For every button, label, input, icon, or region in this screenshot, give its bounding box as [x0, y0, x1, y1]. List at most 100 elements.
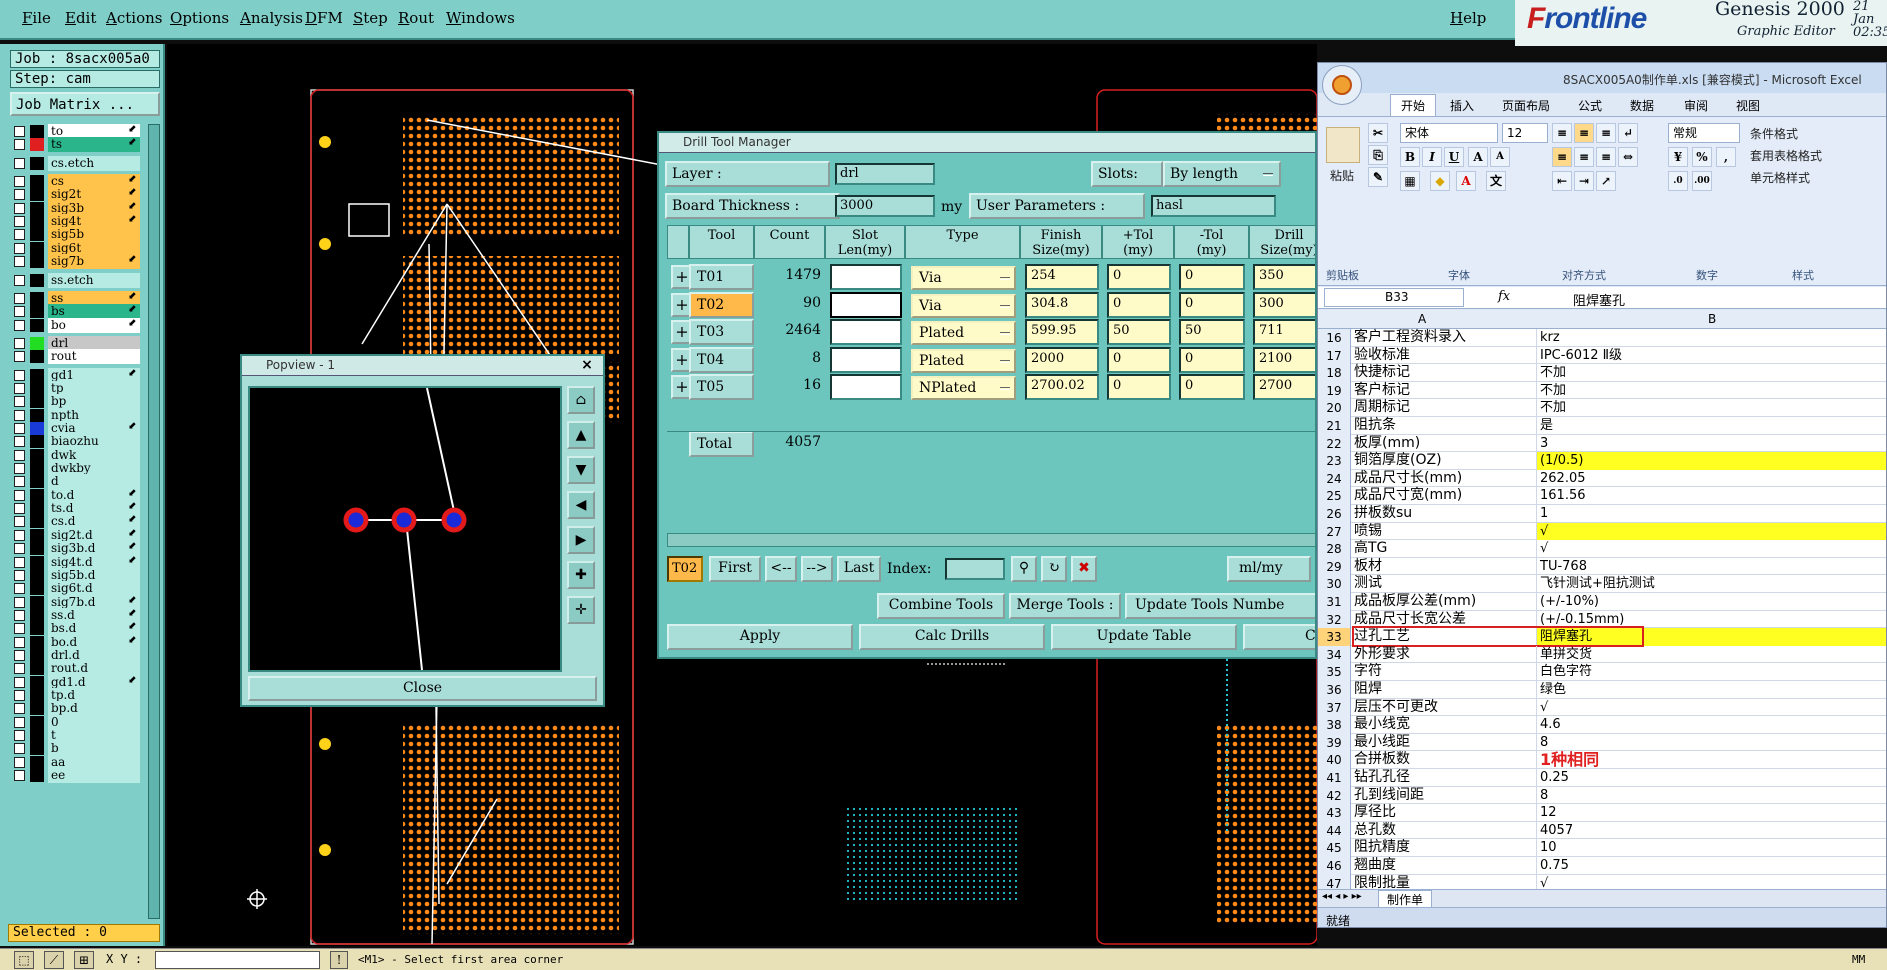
close-icon[interactable]: ×	[574, 356, 600, 374]
increase-indent-icon[interactable]: ⇥	[1574, 171, 1594, 191]
cell-b[interactable]: (1/0.5)	[1536, 452, 1886, 470]
popview-titlebar[interactable]: Popview - 1 ×	[242, 356, 603, 376]
cell-a[interactable]: 字符	[1354, 663, 1535, 681]
tab-view[interactable]: 视图	[1736, 97, 1760, 114]
layer-checkbox[interactable]	[14, 306, 25, 318]
col-header-a[interactable]: A	[1418, 312, 1426, 326]
cell-b[interactable]: 12	[1536, 804, 1886, 822]
italic-button[interactable]: I	[1422, 147, 1442, 167]
layer-name[interactable]: bo	[48, 317, 140, 333]
cell-b[interactable]: 262.05	[1536, 469, 1886, 488]
finish-size-input[interactable]: 599.95	[1025, 319, 1099, 345]
minus-tol-input[interactable]: 0	[1179, 264, 1245, 290]
cell-a[interactable]: 客户工程资料录入	[1354, 329, 1535, 347]
increase-decimal-icon[interactable]: .0	[1668, 171, 1688, 191]
row-number[interactable]: 22	[1318, 434, 1351, 453]
excel-titlebar[interactable]: 8SACX005A0制作单.xls [兼容模式] - Microsoft Exc…	[1318, 63, 1886, 93]
layer-row[interactable]: cs.etch	[10, 155, 150, 171]
layer-checkbox[interactable]	[14, 703, 25, 715]
spreadsheet-grid[interactable]: 16 客户工程资料录入 krz 17 验收标准 IPC-6012 Ⅱ级 18 快捷标记 不加 19…	[1318, 329, 1886, 927]
menu-edit[interactable]: Edit	[65, 9, 96, 27]
type-dropdown[interactable]: Plated	[911, 348, 1016, 373]
underline-button[interactable]: U	[1444, 147, 1464, 167]
cell-a[interactable]: 验收标准	[1354, 347, 1535, 365]
cell-b[interactable]: 白色字符	[1536, 663, 1886, 681]
layer-checkbox[interactable]	[14, 636, 25, 648]
drill-size-input[interactable]: 350	[1253, 264, 1315, 290]
cell-b[interactable]: 3	[1536, 434, 1886, 453]
menu-dfm[interactable]: DFM	[305, 9, 343, 27]
layer-checkbox[interactable]	[14, 596, 25, 608]
format-as-table-button[interactable]: 套用表格格式	[1750, 147, 1822, 164]
layer-checkbox[interactable]	[14, 202, 25, 214]
row-number[interactable]: 41	[1318, 769, 1351, 787]
user-parameters-input[interactable]: hasl	[1151, 195, 1276, 217]
cell-a[interactable]: 周期标记	[1354, 399, 1535, 417]
xy-input[interactable]	[155, 951, 320, 969]
align-bottom-icon[interactable]: ≡	[1596, 123, 1616, 143]
clear-icon[interactable]: ✖	[1071, 556, 1097, 582]
tool-cell[interactable]: T03	[689, 319, 754, 345]
font-color-icon[interactable]: A	[1456, 171, 1476, 191]
layer-name[interactable]: ee	[48, 768, 140, 784]
cell-b[interactable]: 不加	[1536, 364, 1886, 382]
layer-checkbox[interactable]	[14, 396, 25, 408]
layer-checkbox[interactable]	[14, 730, 25, 742]
tab-formulas[interactable]: 公式	[1578, 97, 1602, 114]
popview-close-button[interactable]: Close	[248, 676, 597, 701]
row-number[interactable]: 27	[1318, 522, 1351, 541]
layer-checkbox[interactable]	[14, 351, 25, 363]
layer-row[interactable]: ts ⬋	[10, 137, 150, 153]
row-number[interactable]: 35	[1318, 663, 1351, 681]
cell-b[interactable]: 4.6	[1536, 716, 1886, 734]
minus-tol-input[interactable]: 0	[1179, 346, 1245, 373]
layer-checkbox[interactable]	[14, 609, 25, 621]
layer-checkbox[interactable]	[14, 770, 25, 782]
cell-b[interactable]: 单拼交货	[1536, 645, 1886, 664]
orientation-icon[interactable]: ↗	[1596, 171, 1616, 191]
layer-checkbox[interactable]	[14, 516, 25, 528]
layer-name[interactable]: ts	[48, 137, 140, 153]
cell-a[interactable]: 喷锡	[1354, 523, 1535, 541]
cell-b[interactable]: 绿色	[1536, 681, 1886, 699]
copy-icon[interactable]: ⎘	[1368, 145, 1388, 165]
cell-a[interactable]: 外形要求	[1354, 646, 1535, 664]
border-icon[interactable]: ▦	[1400, 171, 1420, 191]
layer-checkbox[interactable]	[14, 583, 25, 595]
cell-b[interactable]: 8	[1536, 786, 1886, 805]
drill-size-input[interactable]: 711	[1253, 319, 1315, 345]
row-number[interactable]: 24	[1318, 469, 1351, 488]
row-number[interactable]: 40	[1318, 751, 1351, 769]
cell-b[interactable]: √	[1536, 522, 1886, 541]
cell-b[interactable]: IPC-6012 Ⅱ级	[1536, 346, 1886, 365]
fx-icon[interactable]: fx	[1498, 289, 1510, 304]
row-number[interactable]: 44	[1318, 821, 1351, 840]
cell-a[interactable]: 板材	[1354, 558, 1535, 576]
cell-a[interactable]: 厚径比	[1354, 804, 1535, 822]
cell-a[interactable]: 层压不可更改	[1354, 699, 1535, 717]
merge-tools-button[interactable]: Merge Tools :	[1009, 593, 1121, 619]
drill-size-input[interactable]: 300	[1253, 291, 1315, 318]
align-left-icon[interactable]: ≡	[1552, 147, 1572, 167]
layer-name[interactable]: sig7b	[48, 254, 140, 270]
merge-cells-icon[interactable]: ⇔	[1618, 147, 1638, 167]
cell-a[interactable]: 成品板厚公差(mm)	[1354, 593, 1535, 611]
cell-b[interactable]: krz	[1536, 329, 1886, 347]
index-input[interactable]	[945, 558, 1005, 580]
slot-len-input[interactable]	[830, 291, 902, 318]
align-middle-icon[interactable]: ≡	[1574, 123, 1594, 143]
finish-size-input[interactable]: 304.8	[1025, 291, 1099, 318]
minus-tol-input[interactable]: 0	[1179, 291, 1245, 318]
slot-len-input[interactable]	[830, 346, 902, 373]
row-number[interactable]: 16	[1318, 329, 1351, 347]
cell-a[interactable]: 客户标记	[1354, 382, 1535, 400]
layer-checkbox[interactable]	[14, 126, 25, 137]
menu-windows[interactable]: Windows	[446, 9, 515, 27]
layer-checkbox[interactable]	[14, 449, 25, 461]
layer-checkbox[interactable]	[14, 556, 25, 568]
cut-icon[interactable]: ✂	[1368, 123, 1388, 143]
cell-a[interactable]: 钻孔孔径	[1354, 769, 1535, 787]
layer-checkbox[interactable]	[14, 543, 25, 555]
drill-tool-manager-titlebar[interactable]: Drill Tool Manager	[659, 133, 1315, 153]
cell-b[interactable]: 0.75	[1536, 857, 1886, 875]
